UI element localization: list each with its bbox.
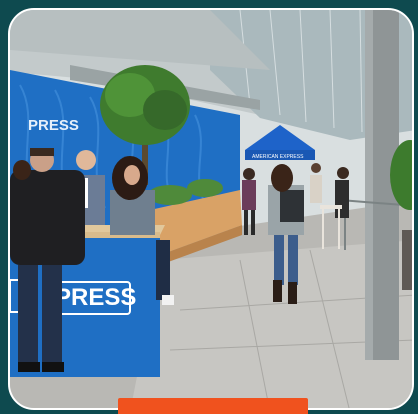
- event-photo: PRESS AMERICAN EXPRESS PRESS: [10, 10, 412, 408]
- tent-text: AMERICAN EXPRESS: [252, 154, 304, 160]
- wall-brand-text: PRESS: [28, 117, 79, 134]
- orange-action-button[interactable]: [118, 398, 308, 414]
- photo-frame: PRESS AMERICAN EXPRESS PRESS: [8, 8, 414, 410]
- counter-brand-text: PRESS: [55, 284, 136, 311]
